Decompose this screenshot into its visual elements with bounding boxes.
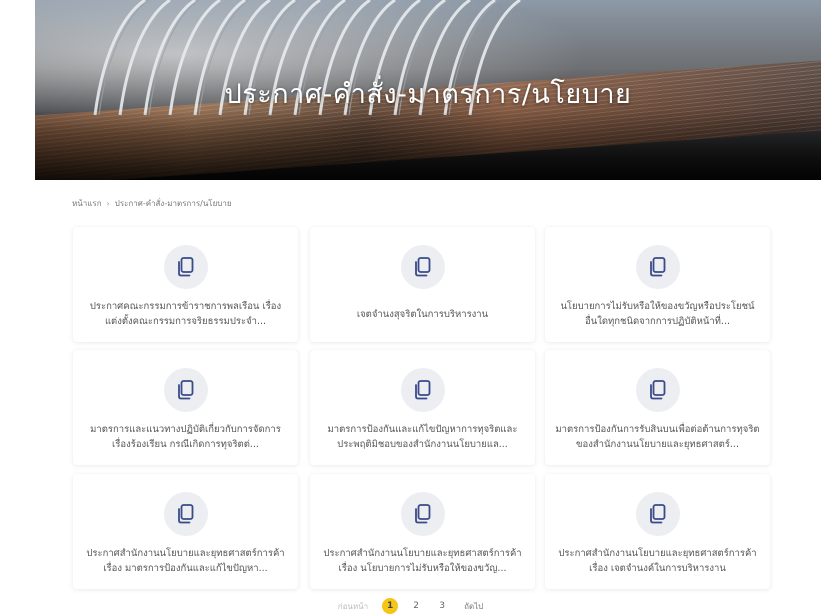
card-title: นโยบายการไม่รับหรือให้ของขวัญหรือประโยชน… (560, 301, 755, 327)
document-icon (163, 492, 208, 536)
document-card[interactable]: นโยบายการไม่รับหรือให้ของขวัญหรือประโยชน… (545, 227, 770, 342)
document-icon (400, 368, 445, 412)
pagination-page-2[interactable]: 2 (408, 598, 424, 614)
hero-shade (35, 110, 821, 180)
card-title: มาตรการป้องกันและแก้ไขปัญหาการทุจริตและป… (327, 424, 518, 450)
card-title: ประกาศคณะกรรมการข้าราชการพลเรือน เรื่อง … (89, 301, 282, 327)
document-card[interactable]: เจตจำนงสุจริตในการบริหารงาน (310, 227, 535, 342)
document-icon (400, 492, 445, 536)
document-icon (400, 245, 445, 289)
card-title: ประกาศสำนักงานนโยบายและยุทธศาสตร์การค้า … (323, 548, 522, 574)
document-icon (163, 245, 208, 289)
document-card[interactable]: มาตรการป้องกันการรับสินบนเพื่อต่อต้านการ… (545, 350, 770, 465)
document-card[interactable]: มาตรการและแนวทางปฏิบัติเกี่ยวกับการจัดกา… (73, 350, 298, 465)
breadcrumb-home-link[interactable]: หน้าแรก (72, 197, 102, 210)
pagination-prev-button[interactable]: ก่อนหน้า (338, 600, 368, 613)
document-icon (635, 245, 680, 289)
pagination-next-button[interactable]: ถัดไป (464, 600, 483, 613)
document-card[interactable]: ประกาศคณะกรรมการข้าราชการพลเรือน เรื่อง … (73, 227, 298, 342)
document-card[interactable]: ประกาศสำนักงานนโยบายและยุทธศาสตร์การค้า … (73, 474, 298, 589)
pagination-page-1[interactable]: 1 (382, 598, 399, 614)
card-title: ประกาศสำนักงานนโยบายและยุทธศาสตร์การค้า … (86, 548, 285, 574)
breadcrumb-current: ประกาศ-คำสั่ง-มาตรการ/นโยบาย (114, 199, 232, 208)
card-title: มาตรการป้องกันการรับสินบนเพื่อต่อต้านการ… (555, 424, 760, 450)
page-title: ประกาศ-คำสั่ง-มาตรการ/นโยบาย (224, 79, 632, 110)
hero-banner: ประกาศ-คำสั่ง-มาตรการ/นโยบาย (35, 0, 821, 180)
document-icon (635, 492, 680, 536)
card-title: เจตจำนงสุจริตในการบริหารงาน (356, 308, 489, 320)
document-card[interactable]: ประกาศสำนักงานนโยบายและยุทธศาสตร์การค้า … (545, 474, 770, 589)
pagination: ก่อนหน้า 1 2 3 ถัดไป (0, 597, 821, 615)
card-title: มาตรการและแนวทางปฏิบัติเกี่ยวกับการจัดกา… (90, 424, 281, 450)
document-card[interactable]: มาตรการป้องกันและแก้ไขปัญหาการทุจริตและป… (310, 350, 535, 465)
document-icon (163, 368, 208, 412)
card-title: ประกาศสำนักงานนโยบายและยุทธศาสตร์การค้า … (558, 548, 757, 574)
breadcrumb-separator-icon: › (106, 199, 110, 208)
document-card[interactable]: ประกาศสำนักงานนโยบายและยุทธศาสตร์การค้า … (310, 474, 535, 589)
pagination-page-3[interactable]: 3 (434, 598, 450, 614)
document-icon (635, 368, 680, 412)
breadcrumb: หน้าแรก › ประกาศ-คำสั่ง-มาตรการ/นโยบาย (72, 197, 232, 210)
